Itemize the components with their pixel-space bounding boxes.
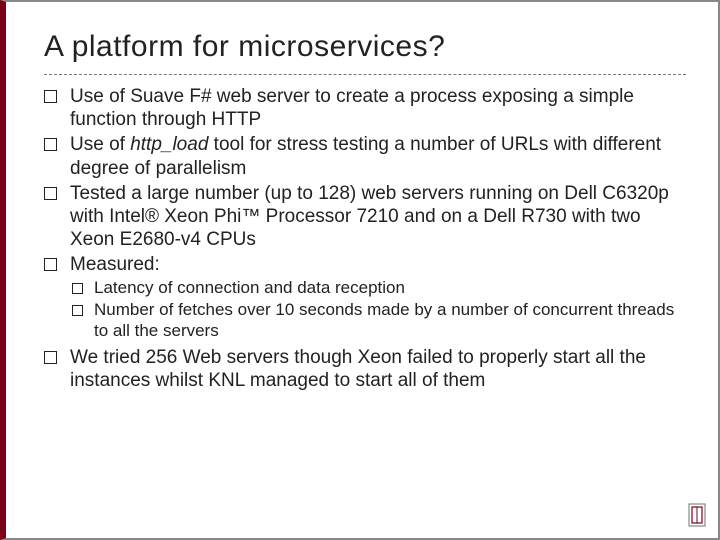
list-item: Number of fetches over 10 seconds made b…: [70, 300, 686, 341]
list-item: Tested a large number (up to 128) web se…: [44, 182, 686, 252]
bullet-text: We tried 256 Web servers though Xeon fai…: [70, 347, 646, 391]
title-divider: [44, 74, 686, 75]
bullet-list: Use of Suave F# web server to create a p…: [44, 85, 686, 392]
list-item: Latency of connection and data reception: [70, 278, 686, 299]
bullet-text: Use of: [70, 134, 130, 155]
footer-logo-icon: [686, 502, 708, 528]
bullet-italic: http_load: [130, 134, 208, 155]
slide-title: A platform for microservices?: [44, 30, 686, 64]
list-item: We tried 256 Web servers though Xeon fai…: [44, 346, 686, 392]
sub-bullet-list: Latency of connection and data reception…: [70, 278, 686, 341]
bullet-text: Number of fetches over 10 seconds made b…: [94, 300, 674, 340]
slide-content: Use of Suave F# web server to create a p…: [44, 85, 686, 392]
bullet-text: Tested a large number (up to 128) web se…: [70, 183, 669, 250]
list-item: Use of Suave F# web server to create a p…: [44, 85, 686, 131]
bullet-text: Latency of connection and data reception: [94, 278, 405, 297]
list-item: Measured: Latency of connection and data…: [44, 253, 686, 341]
bullet-text: Use of Suave F# web server to create a p…: [70, 86, 634, 130]
bullet-text: Measured:: [70, 254, 160, 275]
slide: A platform for microservices? Use of Sua…: [0, 0, 720, 540]
list-item: Use of http_load tool for stress testing…: [44, 133, 686, 179]
